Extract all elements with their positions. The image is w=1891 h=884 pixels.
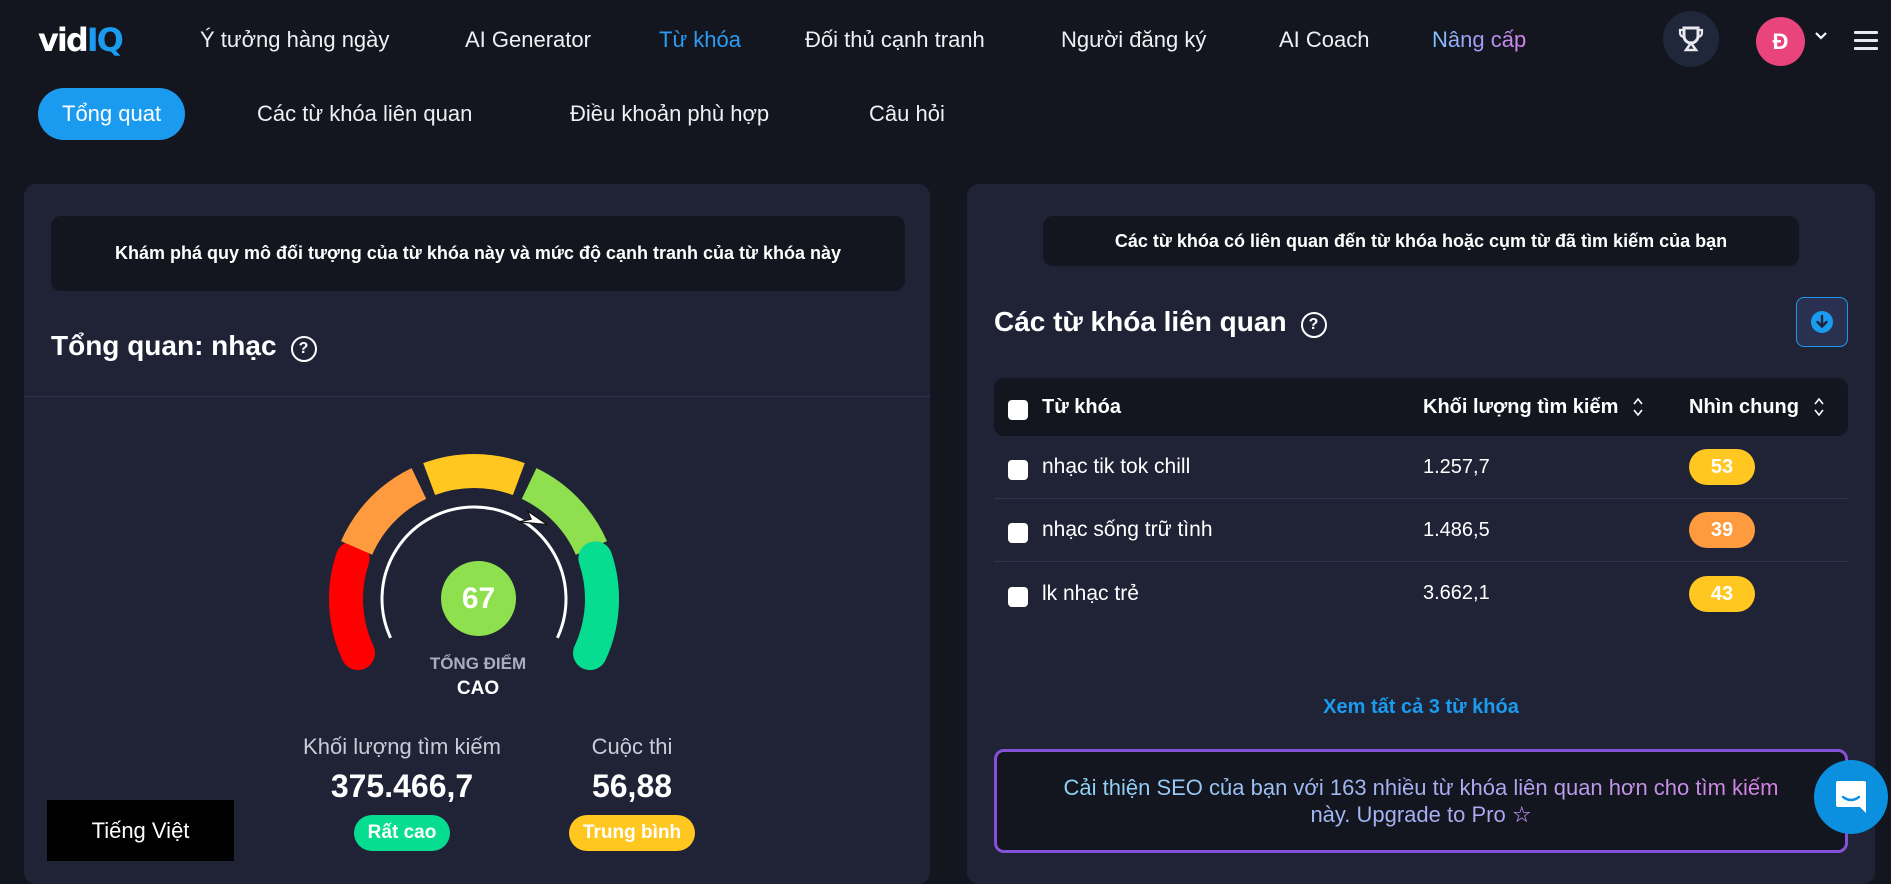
subtabs: Tổng quat Các từ khóa liên quan Điều kho…	[0, 88, 1891, 140]
overall-score-pill: 39	[1689, 512, 1755, 548]
sort-icon[interactable]	[1813, 396, 1825, 418]
metric-competition: Cuộc thi 56,88 Trung bình	[542, 734, 722, 851]
metric-label: Cuộc thi	[591, 734, 673, 759]
gauge-segment	[341, 468, 427, 556]
user-avatar[interactable]: Đ	[1756, 17, 1805, 66]
metric-badge: Rất cao	[353, 815, 451, 851]
page-edge	[1875, 184, 1891, 861]
overall-score-pill: 53	[1689, 449, 1755, 485]
select-all-checkbox[interactable]	[1008, 400, 1028, 420]
gauge-segment	[423, 454, 525, 496]
metric-value: 56,88	[591, 768, 673, 804]
keyword-cell[interactable]: lk nhạc trẻ	[1042, 582, 1423, 606]
metric-value: 375.466,7	[330, 768, 474, 804]
row-checkbox[interactable]	[1008, 460, 1028, 480]
nav-ai-coach[interactable]: AI Coach	[1279, 27, 1370, 53]
upgrade-text: Cải thiện SEO của bạn với 163 nhiều từ k…	[1057, 774, 1785, 828]
sort-icon[interactable]	[1632, 396, 1644, 418]
related-keywords-card: Các từ khóa có liên quan đến từ khóa hoặ…	[967, 184, 1875, 884]
tab-matching-terms[interactable]: Điều khoản phù hợp	[570, 88, 769, 140]
column-keyword: Từ khóa	[1042, 395, 1121, 418]
gauge-segment	[521, 468, 607, 556]
trophy-button[interactable]	[1663, 11, 1719, 67]
metric-label: Khối lượng tìm kiếm	[303, 734, 501, 759]
overview-card: Khám phá quy mô đối tượng của từ khóa nà…	[24, 184, 930, 884]
gauge-segment	[329, 541, 375, 671]
related-title: Các từ khóa liên quan ?	[994, 306, 1327, 338]
top-nav: vidIQ Ý tưởng hàng ngày AI Generator Từ …	[0, 0, 1891, 80]
language-selector[interactable]: Tiếng Việt	[47, 800, 234, 861]
nav-subscribers[interactable]: Người đăng ký	[1061, 27, 1206, 53]
score-circle: 67	[441, 561, 516, 636]
column-overall-label: Nhìn chung	[1689, 395, 1799, 418]
chevron-down-icon[interactable]	[1814, 28, 1828, 46]
table-row[interactable]: nhạc tik tok chill 1.257,7 53	[994, 436, 1848, 499]
help-icon[interactable]: ?	[290, 336, 317, 362]
upgrade-banner[interactable]: Cải thiện SEO của bạn với 163 nhiều từ k…	[994, 749, 1848, 853]
column-overall[interactable]: Nhìn chung	[1689, 396, 1825, 419]
upgrade-message: Cải thiện SEO của bạn với 163 nhiều từ k…	[1063, 775, 1779, 827]
overview-info: Khám phá quy mô đối tượng của từ khóa nà…	[51, 216, 905, 291]
nav-keywords[interactable]: Từ khóa	[659, 27, 741, 53]
chat-button[interactable]	[1814, 760, 1888, 834]
hamburger-icon[interactable]	[1854, 31, 1878, 55]
related-info: Các từ khóa có liên quan đến từ khóa hoặ…	[1043, 216, 1799, 266]
nav-ai-generator[interactable]: AI Generator	[465, 27, 591, 53]
table-row[interactable]: nhạc sống trữ tình 1.486,5 39	[994, 499, 1848, 562]
nav-daily-ideas[interactable]: Ý tưởng hàng ngày	[200, 27, 389, 53]
download-button[interactable]	[1796, 297, 1848, 347]
column-volume[interactable]: Khối lượng tìm kiếm	[1423, 396, 1689, 419]
keywords-table: Từ khóa Khối lượng tìm kiếm Nhìn chung n…	[994, 378, 1848, 625]
keyword-cell[interactable]: nhạc sống trữ tình	[1042, 518, 1423, 542]
nav-competitors[interactable]: Đối thủ cạnh tranh	[805, 27, 985, 53]
table-row[interactable]: lk nhạc trẻ 3.662,1 43	[994, 562, 1848, 625]
divider	[24, 396, 930, 397]
metric-badge: Trung bình	[568, 815, 696, 851]
tab-questions[interactable]: Câu hỏi	[869, 88, 945, 140]
volume-cell: 1.486,5	[1423, 518, 1490, 541]
tab-overview[interactable]: Tổng quat	[38, 88, 186, 140]
overall-score-pill: 43	[1689, 575, 1755, 612]
row-checkbox[interactable]	[1008, 586, 1028, 607]
download-icon	[1811, 311, 1833, 333]
vidiq-logo[interactable]: vidIQ	[38, 22, 124, 58]
star-icon: ☆	[1511, 802, 1532, 827]
trophy-icon	[1678, 26, 1704, 52]
volume-cell: 1.257,7	[1423, 455, 1490, 478]
overview-title-text: Tổng quan: nhạc	[51, 330, 277, 361]
help-icon[interactable]: ?	[1300, 312, 1327, 338]
overview-title: Tổng quan: nhạc ?	[51, 330, 317, 362]
volume-cell: 3.662,1	[1423, 582, 1490, 604]
nav-upgrade[interactable]: Nâng cấp	[1432, 27, 1526, 53]
tab-related-keywords[interactable]: Các từ khóa liên quan	[257, 88, 472, 140]
metric-search-volume: Khối lượng tìm kiếm 375.466,7 Rất cao	[282, 734, 522, 851]
row-checkbox[interactable]	[1008, 523, 1028, 543]
keyword-cell[interactable]: nhạc tik tok chill	[1042, 455, 1423, 479]
column-volume-label: Khối lượng tìm kiếm	[1423, 395, 1619, 418]
related-title-text: Các từ khóa liên quan	[994, 306, 1287, 337]
chat-icon	[1836, 781, 1866, 813]
gauge-pointer	[518, 509, 548, 526]
score-label: TỔNG ĐIỂM	[429, 654, 527, 673]
table-header: Từ khóa Khối lượng tìm kiếm Nhìn chung	[994, 378, 1848, 436]
score-level: CAO	[456, 678, 500, 699]
see-all-keywords-link[interactable]: Xem tất cả 3 từ khóa	[967, 696, 1875, 719]
gauge-segment	[573, 541, 619, 671]
